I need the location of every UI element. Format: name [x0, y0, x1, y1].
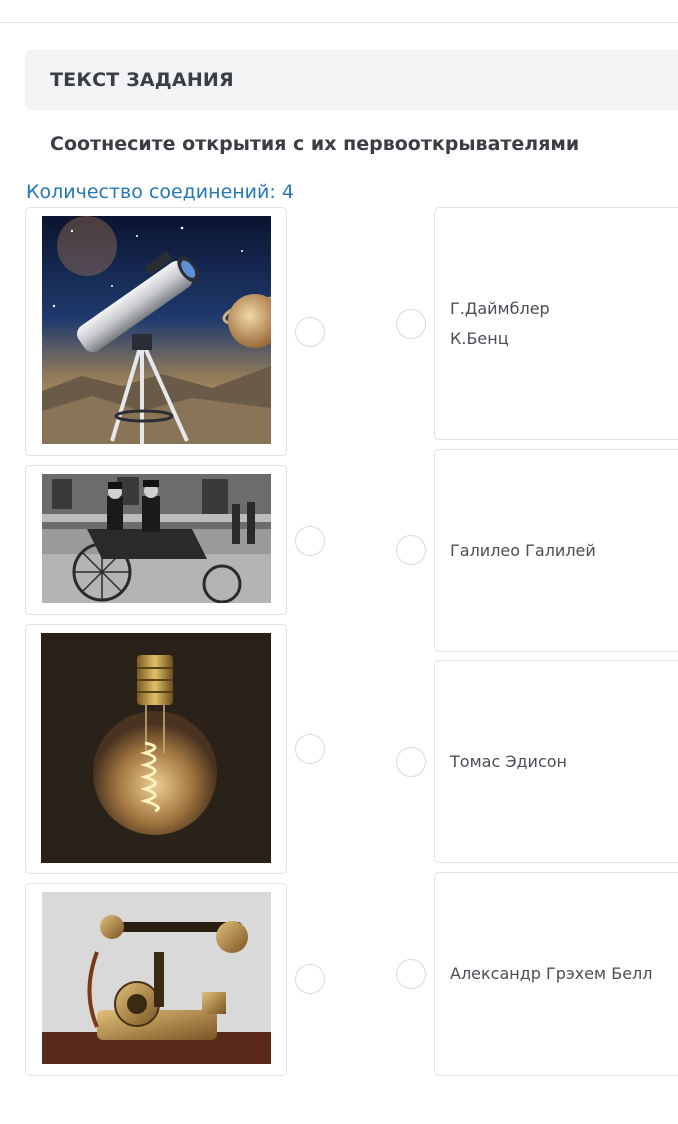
answer-text-line: Г.Даймблер — [450, 298, 550, 318]
right-item-radio[interactable] — [396, 535, 426, 565]
light-bulb-image — [41, 633, 271, 863]
answer-text-line: Галилео Галилей — [450, 540, 596, 560]
right-item-radio[interactable] — [396, 747, 426, 777]
left-item-card[interactable] — [25, 207, 287, 456]
left-item-card[interactable] — [25, 465, 287, 615]
answer-text-line: Томас Эдисон — [450, 751, 567, 771]
right-item-card[interactable]: Томас Эдисон — [434, 660, 678, 863]
motor-carriage-image — [42, 474, 271, 603]
left-item-card[interactable] — [25, 883, 287, 1076]
left-item-card[interactable] — [25, 624, 287, 874]
task-header: ТЕКСТ ЗАДАНИЯ — [25, 50, 678, 110]
top-divider — [0, 22, 678, 23]
vintage-telephone-image — [42, 892, 271, 1064]
left-item-radio[interactable] — [295, 317, 325, 347]
answer-text-line: Александр Грэхем Белл — [450, 964, 653, 983]
matching-task-page: ТЕКСТ ЗАДАНИЯ Соотнесите открытия с их п… — [0, 0, 678, 1124]
question-text: Соотнесите открытия с их первооткрывател… — [50, 133, 580, 155]
right-item-card[interactable]: Г.Даймблер К.Бенц — [434, 207, 678, 440]
left-item-radio[interactable] — [295, 964, 325, 994]
connections-count: Количество соединений: 4 — [26, 181, 294, 203]
left-item-radio[interactable] — [295, 734, 325, 764]
right-item-radio[interactable] — [396, 959, 426, 989]
telescope-image — [42, 216, 271, 444]
right-item-card[interactable]: Галилео Галилей — [434, 449, 678, 652]
right-item-radio[interactable] — [396, 309, 426, 339]
right-item-card[interactable]: Александр Грэхем Белл — [434, 872, 678, 1076]
task-header-label: ТЕКСТ ЗАДАНИЯ — [50, 69, 234, 91]
left-item-radio[interactable] — [295, 526, 325, 556]
answer-text-line: К.Бенц — [450, 328, 509, 348]
